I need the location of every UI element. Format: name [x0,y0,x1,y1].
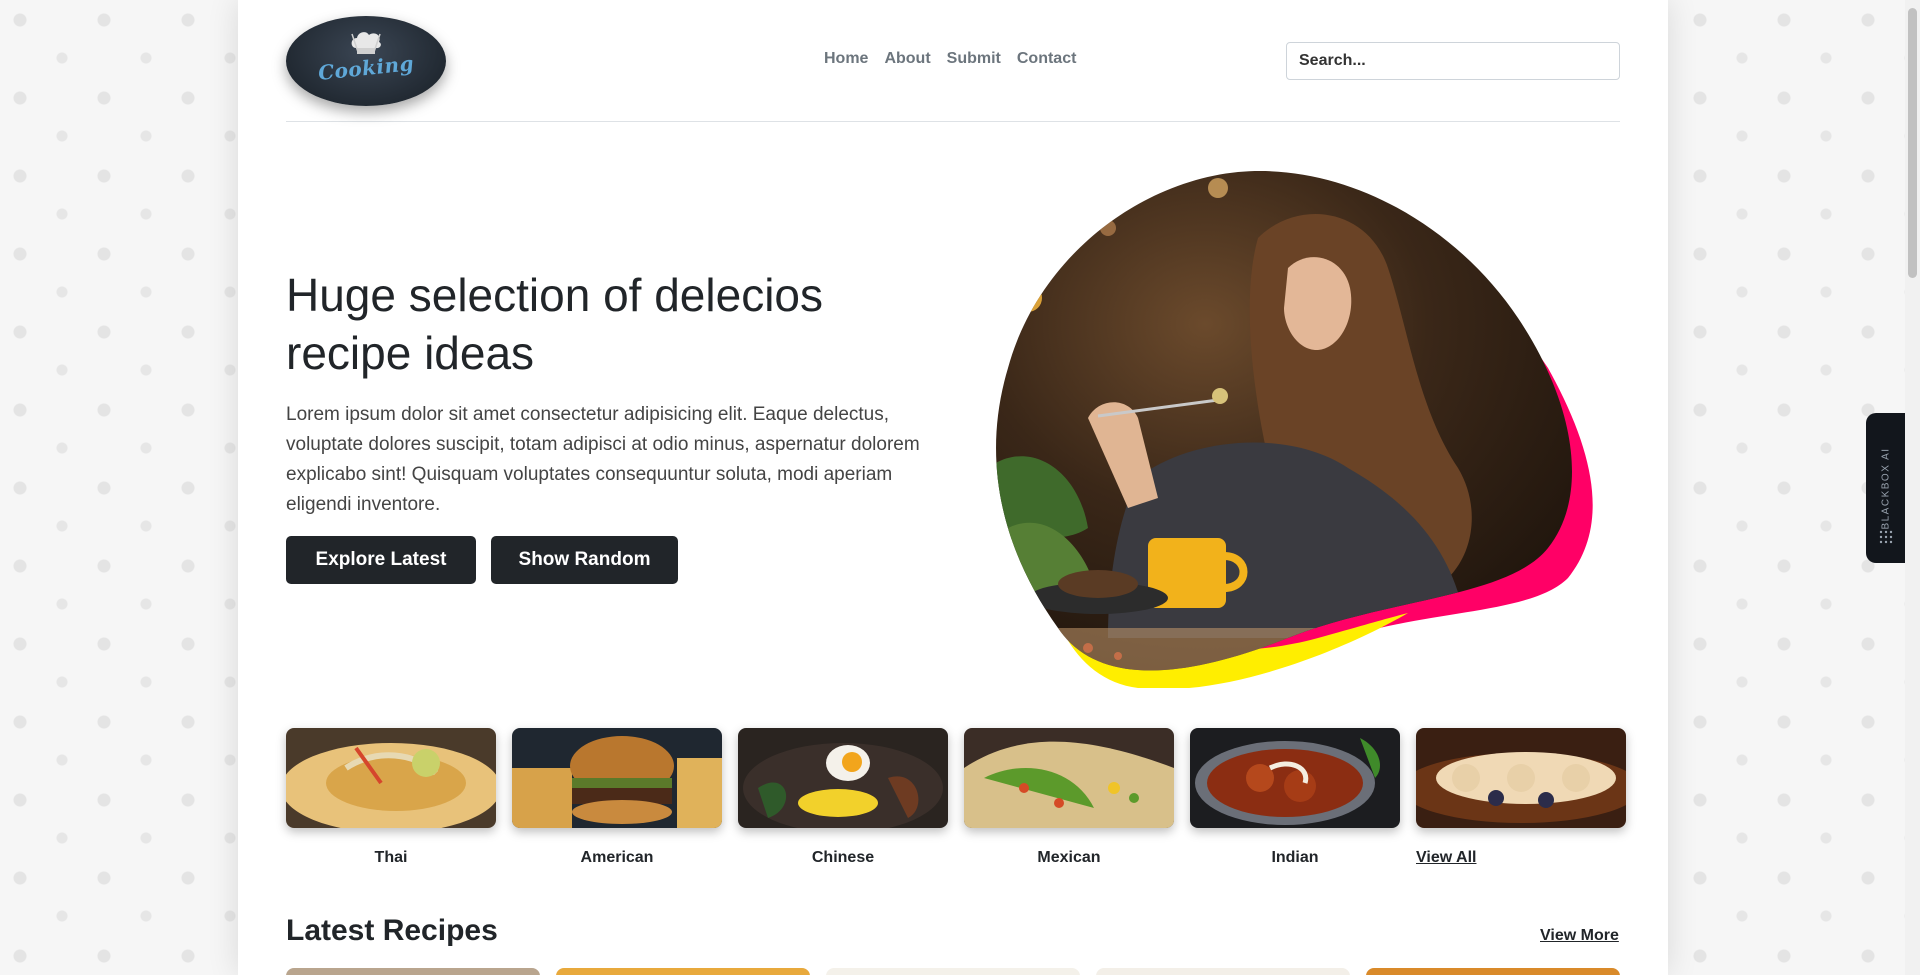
chef-hat-icon [351,32,381,54]
recipe-card[interactable] [1366,968,1620,975]
indian-dish-image [1190,728,1400,828]
category-label: Thai [374,849,408,866]
view-more-link[interactable]: View More [1540,927,1619,945]
category-label: Indian [1271,849,1319,866]
category-label: Chinese [811,849,875,866]
side-assistant-tab[interactable]: BLACKBOX AI [1866,413,1906,563]
site-header: Cooking Home About Submit Contact [286,0,1620,122]
category-label: Mexican [1037,849,1101,866]
main-nav: Home About Submit Contact [822,50,1078,68]
category-view-all[interactable]: View All [1401,728,1641,867]
category-american[interactable]: American [512,728,722,867]
hero-image [996,170,1593,688]
side-tab-label: BLACKBOX AI [1880,447,1892,530]
view-all-link[interactable]: View All [1416,849,1626,867]
category-indian[interactable]: Indian [1190,728,1400,867]
explore-latest-button[interactable]: Explore Latest [286,536,476,584]
page-container: Cooking Home About Submit Contact Huge s… [238,0,1668,975]
american-dish-image [512,728,722,828]
recipe-card[interactable] [826,968,1080,975]
page-scrollbar[interactable] [1905,0,1920,975]
dots-grid-icon [1879,530,1893,544]
hero-title: Huge selection of delecios recipe ideas [286,269,823,379]
category-mexican[interactable]: Mexican [964,728,1174,867]
category-chinese[interactable]: Chinese [738,728,948,867]
nav-submit[interactable]: Submit [945,50,1003,68]
mexican-dish-image [964,728,1174,828]
nav-home[interactable]: Home [822,50,870,68]
category-thai[interactable]: Thai [281,728,501,867]
scrollbar-thumb[interactable] [1908,8,1917,278]
logo[interactable]: Cooking [286,16,446,106]
latest-recipes-title: Latest Recipes [286,914,498,947]
chinese-dish-image [738,728,948,833]
nav-about[interactable]: About [882,50,932,68]
recipe-card[interactable] [1096,968,1350,975]
thai-dish-image [281,728,501,833]
search-input[interactable] [1286,42,1620,80]
show-random-button[interactable]: Show Random [491,536,678,584]
category-label: American [580,849,654,866]
nav-contact[interactable]: Contact [1015,50,1079,68]
view-all-dish-image [1401,728,1641,828]
recipe-card[interactable] [286,968,540,975]
hero-description: Lorem ipsum dolor sit amet consectetur a… [286,404,920,515]
recipe-card[interactable] [556,968,810,975]
